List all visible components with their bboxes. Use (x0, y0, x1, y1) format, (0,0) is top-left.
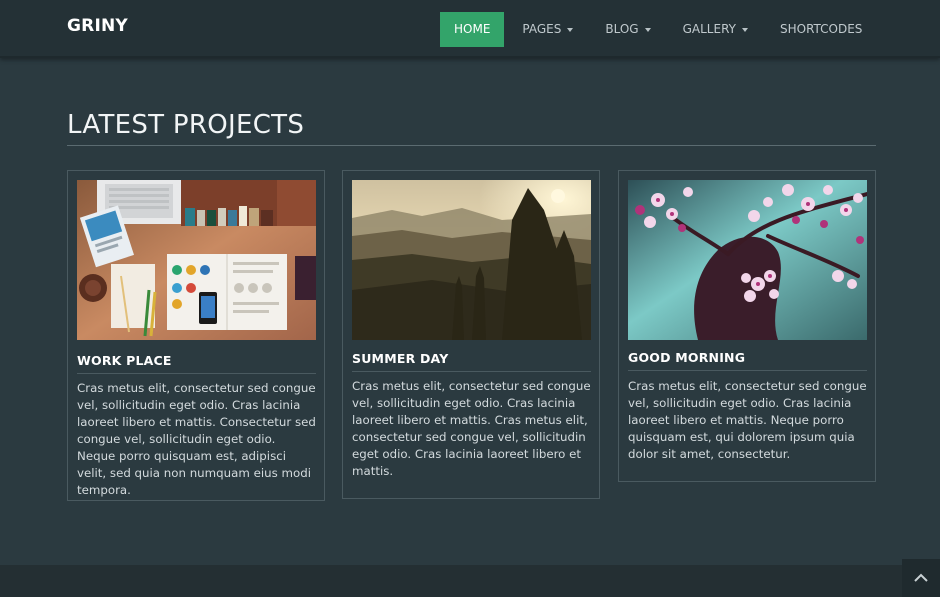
project-description: Cras metus elit, consectetur sed congue … (352, 379, 591, 478)
project-image-landscape[interactable] (352, 180, 591, 340)
brand-logo[interactable]: GRINY (67, 16, 128, 36)
caret-down-icon (567, 27, 574, 32)
project-image-blossom[interactable] (628, 180, 867, 340)
project-card-work-place: WORK PLACE Cras metus elit, consectetur … (67, 170, 325, 501)
nav-item-gallery[interactable]: GALLERY (669, 12, 762, 47)
section-title: LATEST PROJECTS (67, 110, 305, 140)
caret-down-icon (741, 27, 748, 32)
project-description: Cras metus elit, consectetur sed congue … (77, 381, 316, 497)
caret-down-icon (644, 27, 651, 32)
nav-item-label: BLOG (605, 22, 639, 36)
nav-item-blog[interactable]: BLOG (591, 12, 664, 47)
nav-item-label: PAGES (522, 22, 562, 36)
project-title[interactable]: SUMMER DAY (352, 351, 591, 372)
title-divider (67, 145, 876, 146)
footer (0, 565, 940, 597)
chevron-up-icon (914, 573, 928, 582)
project-image-workspace[interactable] (77, 180, 316, 340)
nav-item-pages[interactable]: PAGES (508, 12, 587, 47)
navbar: GRINY HOME PAGES BLOG GALLERY SHORTCODES (0, 0, 940, 58)
back-to-top-button[interactable] (902, 559, 940, 597)
nav-item-label: SHORTCODES (779, 22, 863, 36)
main-nav: HOME PAGES BLOG GALLERY SHORTCODES (440, 12, 880, 47)
project-description: Cras metus elit, consectetur sed congue … (628, 379, 867, 461)
nav-item-label: HOME (454, 22, 491, 36)
nav-item-label: GALLERY (682, 22, 736, 36)
nav-item-home[interactable]: HOME (440, 12, 505, 47)
project-card-good-morning: GOOD MORNING Cras metus elit, consectetu… (618, 170, 876, 482)
project-title[interactable]: GOOD MORNING (628, 350, 867, 371)
nav-item-shortcodes[interactable]: SHORTCODES (766, 12, 876, 47)
project-card-summer-day: SUMMER DAY Cras metus elit, consectetur … (342, 170, 600, 499)
project-title[interactable]: WORK PLACE (77, 353, 316, 374)
